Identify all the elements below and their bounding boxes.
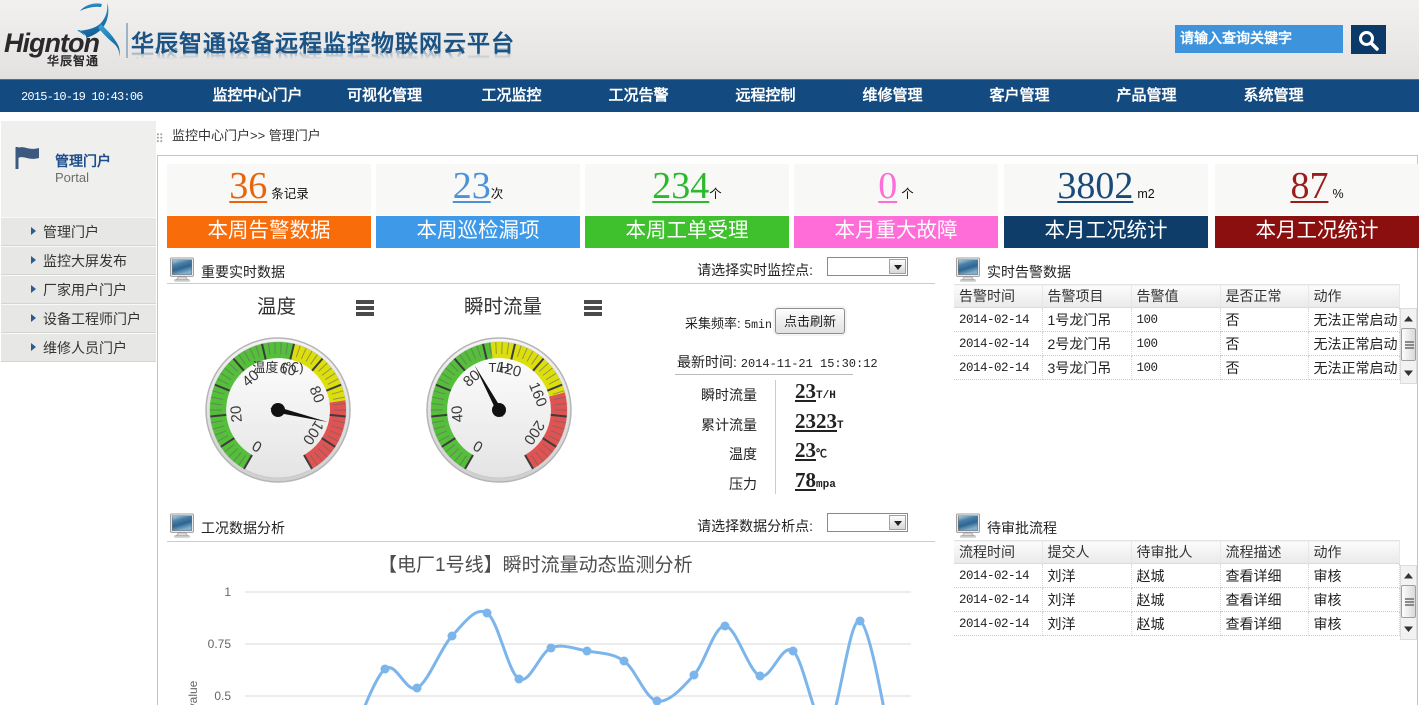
svg-text:1: 1 xyxy=(224,585,231,599)
svg-text:温度 (℃): 温度 (℃) xyxy=(252,360,303,375)
svg-text:T/H: T/H xyxy=(489,360,510,375)
svg-text:0.5: 0.5 xyxy=(214,689,231,703)
svg-text:value: value xyxy=(186,680,200,705)
svg-text:20: 20 xyxy=(227,405,245,423)
svg-text:40: 40 xyxy=(448,405,466,423)
svg-text:0.75: 0.75 xyxy=(208,637,232,651)
